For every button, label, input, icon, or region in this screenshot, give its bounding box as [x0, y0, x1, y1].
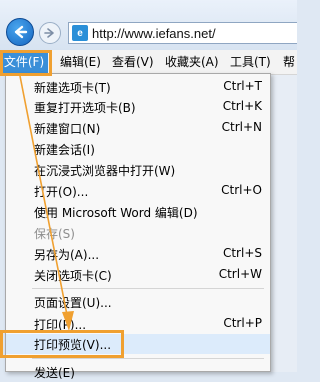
- menu-separator: [32, 288, 264, 289]
- menu-item-label: 新建会话(I): [34, 143, 95, 157]
- menu-item-open[interactable]: 打开(O)... Ctrl+O: [6, 181, 270, 201]
- menu-item-close-tab[interactable]: 关闭选项卡(C) Ctrl+W: [6, 265, 270, 285]
- menu-item-shortcut: Ctrl+O: [221, 183, 262, 197]
- menu-item-page-setup[interactable]: 页面设置(U)...: [6, 292, 270, 312]
- menu-item-shortcut: Ctrl+N: [221, 120, 262, 134]
- menu-item-shortcut: Ctrl+S: [222, 246, 262, 260]
- menu-item-label: 重复打开选项卡(B): [34, 101, 136, 115]
- menu-item-label: 发送(E): [34, 366, 75, 380]
- print-preview-highlight-box: [0, 330, 124, 358]
- menu-item-new-session[interactable]: 新建会话(I): [6, 139, 270, 159]
- address-bar[interactable]: e http://www.iefans.net/: [68, 22, 297, 44]
- menu-separator: [32, 358, 264, 359]
- menu-item-label: 页面设置(U)...: [34, 296, 112, 310]
- site-favicon-icon: e: [72, 25, 88, 41]
- menu-item-label: 在沉浸式浏览器中打开(W): [34, 164, 176, 178]
- menu-item-shortcut: Ctrl+K: [222, 99, 262, 113]
- menu-item-label: 新建选项卡(T): [34, 81, 111, 95]
- menu-view[interactable]: 查看(V): [112, 53, 154, 71]
- menu-item-label: 关闭选项卡(C): [34, 269, 112, 283]
- menu-item-label: 另存为(A)...: [34, 248, 100, 262]
- file-menu-highlight-box: [0, 50, 52, 76]
- file-menu-dropdown: 新建选项卡(T) Ctrl+T 重复打开选项卡(B) Ctrl+K 新建窗口(N…: [5, 73, 271, 380]
- page-background: [271, 75, 297, 372]
- menu-item-label: 使用 Microsoft Word 编辑(D): [34, 206, 198, 220]
- menu-help[interactable]: 帮: [283, 53, 295, 71]
- menu-item-duplicate-tab[interactable]: 重复打开选项卡(B) Ctrl+K: [6, 97, 270, 117]
- menu-item-label: 新建窗口(N): [34, 122, 101, 136]
- menu-tools[interactable]: 工具(T): [230, 53, 271, 71]
- arrow-right-icon: [44, 28, 54, 38]
- menu-item-new-window[interactable]: 新建窗口(N) Ctrl+N: [6, 118, 270, 138]
- menu-item-shortcut: Ctrl+P: [223, 316, 262, 330]
- menu-item-save: 保存(S): [6, 223, 270, 243]
- forward-button[interactable]: [39, 22, 61, 44]
- menu-edit[interactable]: 编辑(E): [60, 53, 101, 71]
- menu-item-new-tab[interactable]: 新建选项卡(T) Ctrl+T: [6, 77, 270, 97]
- menu-item-shortcut: Ctrl+T: [223, 79, 262, 93]
- arrow-left-icon: [14, 25, 28, 39]
- menu-item-send[interactable]: 发送(E): [6, 362, 270, 382]
- menu-item-edit-word[interactable]: 使用 Microsoft Word 编辑(D): [6, 202, 270, 222]
- menu-item-label: 打开(O)...: [34, 185, 89, 199]
- menu-favorites[interactable]: 收藏夹(A): [165, 53, 219, 71]
- browser-toolbar: e http://www.iefans.net/: [0, 0, 297, 50]
- url-text[interactable]: http://www.iefans.net/: [92, 26, 216, 41]
- menu-item-open-immersive[interactable]: 在沉浸式浏览器中打开(W): [6, 160, 270, 180]
- menu-item-label: 保存(S): [34, 227, 75, 241]
- menu-item-save-as[interactable]: 另存为(A)... Ctrl+S: [6, 244, 270, 264]
- menu-item-shortcut: Ctrl+W: [218, 267, 262, 281]
- back-button[interactable]: [6, 18, 34, 46]
